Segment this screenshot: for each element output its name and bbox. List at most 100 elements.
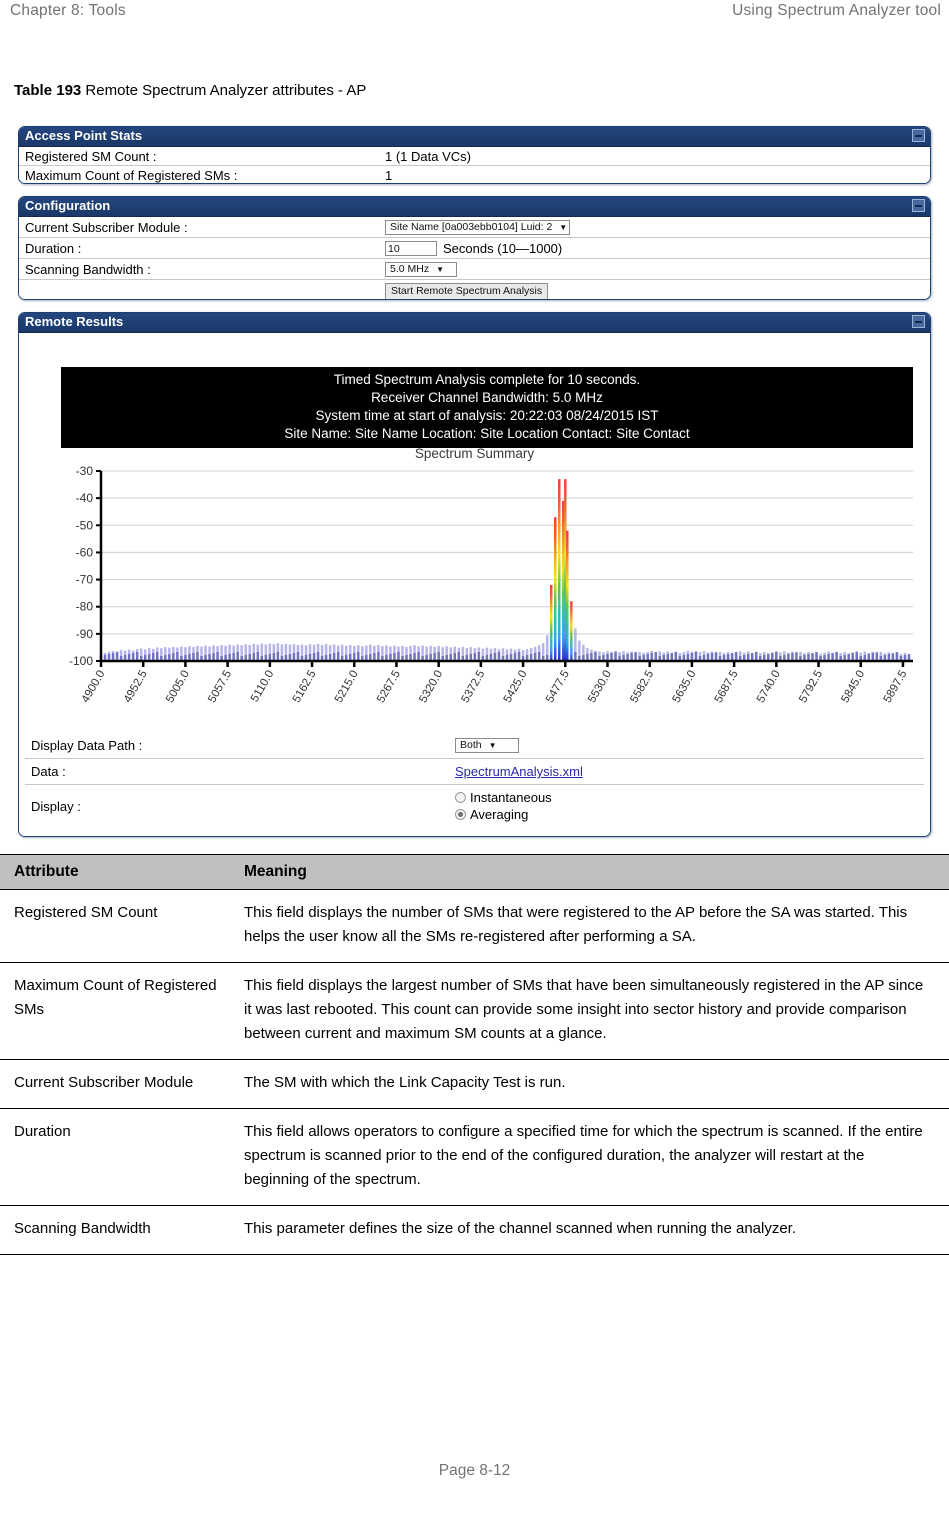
svg-text:5477.5: 5477.5 bbox=[544, 669, 572, 705]
chevron-down-icon: ▼ bbox=[559, 222, 568, 232]
scanning-bandwidth-select[interactable]: 5.0 MHz ▼ bbox=[385, 261, 457, 277]
cell-attribute: Duration bbox=[0, 1108, 234, 1206]
svg-text:-100: -100 bbox=[69, 654, 93, 668]
banner-line-2: Receiver Channel Bandwidth: 5.0 MHz bbox=[371, 390, 603, 405]
current-subscriber-module-selected: Site Name [0a003ebb0104] Luid: 2 bbox=[390, 220, 553, 233]
svg-text:-70: -70 bbox=[76, 573, 94, 587]
chevron-down-icon: ▼ bbox=[436, 264, 445, 274]
svg-text:-40: -40 bbox=[76, 491, 94, 505]
configuration-header: Configuration bbox=[19, 197, 930, 217]
table-caption: Table 193 Remote Spectrum Analyzer attri… bbox=[14, 82, 366, 99]
running-head-right: Using Spectrum Analyzer tool bbox=[732, 2, 941, 19]
radio-option-averaging[interactable]: Averaging bbox=[455, 806, 552, 823]
svg-text:5792.5: 5792.5 bbox=[797, 669, 825, 705]
start-analysis-value: Start Remote Spectrum Analysis bbox=[385, 282, 549, 299]
table-row: Current Subscriber Module The SM with wh… bbox=[0, 1059, 949, 1109]
svg-text:-90: -90 bbox=[76, 627, 94, 641]
access-point-stats-header: Access Point Stats bbox=[19, 127, 930, 147]
access-point-stats-panel: Access Point Stats Registered SM Count :… bbox=[18, 126, 931, 184]
svg-text:5687.5: 5687.5 bbox=[713, 669, 741, 705]
page-footer: Page 8-12 bbox=[438, 1462, 511, 1479]
attributes-table-head: Attribute Meaning bbox=[0, 854, 949, 890]
cell-meaning: This field allows operators to configure… bbox=[234, 1108, 949, 1206]
table-header-row: Attribute Meaning bbox=[0, 854, 949, 890]
field-row-display: Display : Instantaneous Averaging bbox=[25, 785, 924, 827]
svg-text:-50: -50 bbox=[76, 518, 94, 532]
duration-input[interactable]: 10 bbox=[385, 240, 437, 256]
field-row-current-subscriber-module: Current Subscriber Module : Site Name [0… bbox=[19, 217, 930, 238]
column-header-attribute: Attribute bbox=[0, 854, 234, 890]
cell-meaning: The SM with which the Link Capacity Test… bbox=[234, 1059, 949, 1109]
display-data-path-value: Both ▼ bbox=[455, 738, 519, 753]
start-remote-spectrum-analysis-button[interactable]: Start Remote Spectrum Analysis bbox=[385, 282, 549, 299]
field-row-maximum-count-registered-sms: Maximum Count of Registered SMs : 1 bbox=[19, 166, 930, 183]
access-point-stats-title: Access Point Stats bbox=[25, 128, 143, 143]
cell-attribute: Current Subscriber Module bbox=[0, 1059, 234, 1109]
svg-text:5897.5: 5897.5 bbox=[882, 669, 910, 705]
attributes-table: Attribute Meaning Registered SM Count Th… bbox=[0, 854, 949, 1255]
data-value: SpectrumAnalysis.xml bbox=[455, 764, 583, 779]
spectrum-chart: -30 -40 -50 -60 -70 -80 -90 -100 4900.0 4952.5 500… bbox=[57, 463, 919, 723]
banner-line-1: Timed Spectrum Analysis complete for 10 … bbox=[333, 372, 641, 387]
remote-results-panel: Remote Results Timed Spectrum Analysis c… bbox=[18, 312, 931, 837]
maximum-count-registered-sms-label: Maximum Count of Registered SMs : bbox=[25, 168, 238, 183]
display-value: Instantaneous Averaging bbox=[455, 789, 552, 823]
svg-text:5582.5: 5582.5 bbox=[628, 669, 656, 705]
banner-line-3: System time at start of analysis: 20:22:… bbox=[315, 408, 659, 423]
radio-option-instantaneous[interactable]: Instantaneous bbox=[455, 789, 552, 806]
registered-sm-count-value: 1 (1 Data VCs) bbox=[385, 148, 471, 164]
remote-results-header: Remote Results bbox=[19, 313, 930, 333]
field-row-registered-sm-count: Registered SM Count : 1 (1 Data VCs) bbox=[19, 147, 930, 166]
remote-results-title: Remote Results bbox=[25, 314, 124, 329]
svg-text:5057.5: 5057.5 bbox=[206, 669, 234, 705]
scanning-bandwidth-label: Scanning Bandwidth : bbox=[25, 261, 151, 277]
svg-text:4900.0: 4900.0 bbox=[80, 669, 108, 705]
svg-text:5267.5: 5267.5 bbox=[375, 669, 403, 705]
cell-meaning: This parameter defines the size of the c… bbox=[234, 1205, 949, 1255]
cell-meaning: This field displays the largest number o… bbox=[234, 962, 949, 1060]
svg-text:5372.5: 5372.5 bbox=[459, 669, 487, 705]
spectrum-chart-svg: -30 -40 -50 -60 -70 -80 -90 -1004900.0 4952.5 500… bbox=[69, 464, 913, 705]
current-subscriber-module-select[interactable]: Site Name [0a003ebb0104] Luid: 2 ▼ bbox=[385, 219, 571, 235]
chevron-down-icon: ▼ bbox=[488, 741, 497, 750]
table-caption-text: Remote Spectrum Analyzer attributes - AP bbox=[81, 82, 367, 99]
column-header-meaning: Meaning bbox=[234, 854, 949, 890]
field-row-start-analysis: Start Remote Spectrum Analysis bbox=[19, 280, 930, 299]
table-row: Duration This field allows operators to … bbox=[0, 1108, 949, 1206]
configuration-body: Current Subscriber Module : Site Name [0… bbox=[19, 217, 930, 299]
cell-attribute: Maximum Count of Registered SMs bbox=[0, 962, 234, 1060]
duration-units: Seconds (10—1000) bbox=[443, 240, 563, 256]
svg-text:5162.5: 5162.5 bbox=[291, 669, 319, 705]
cell-meaning: This field displays the number of SMs th… bbox=[234, 889, 949, 963]
svg-text:-30: -30 bbox=[76, 464, 94, 478]
table-caption-label: Table 193 bbox=[14, 82, 82, 99]
collapse-icon[interactable] bbox=[912, 129, 925, 142]
display-data-path-select[interactable]: Both ▼ bbox=[455, 738, 519, 753]
radio-instantaneous-icon[interactable] bbox=[455, 792, 466, 803]
field-row-data: Data : SpectrumAnalysis.xml bbox=[25, 759, 924, 785]
svg-text:5425.0: 5425.0 bbox=[502, 669, 530, 705]
collapse-icon[interactable] bbox=[912, 315, 925, 328]
remote-results-controls: Display Data Path : Both ▼ Data : Spectr… bbox=[25, 733, 924, 827]
registered-sm-count-label: Registered SM Count : bbox=[25, 148, 157, 164]
spectrum-analyzer-screenshot: Access Point Stats Registered SM Count :… bbox=[0, 120, 949, 850]
svg-text:5215.0: 5215.0 bbox=[333, 669, 361, 705]
current-subscriber-module-value: Site Name [0a003ebb0104] Luid: 2 ▼ bbox=[385, 219, 571, 235]
maximum-count-registered-sms-value: 1 bbox=[385, 168, 393, 183]
cell-attribute: Registered SM Count bbox=[0, 889, 234, 963]
svg-text:4952.5: 4952.5 bbox=[122, 669, 150, 705]
display-label: Display : bbox=[31, 798, 81, 814]
table-row: Registered SM Count This field displays … bbox=[0, 889, 949, 963]
analysis-banner: Timed Spectrum Analysis complete for 10 … bbox=[61, 367, 913, 448]
table-row: Scanning Bandwidth This parameter define… bbox=[0, 1205, 949, 1255]
current-subscriber-module-label: Current Subscriber Module : bbox=[25, 219, 188, 235]
svg-text:5845.0: 5845.0 bbox=[839, 669, 867, 705]
scanning-bandwidth-value: 5.0 MHz ▼ bbox=[385, 261, 457, 277]
radio-averaging-icon[interactable] bbox=[455, 809, 466, 820]
cell-attribute: Scanning Bandwidth bbox=[0, 1205, 234, 1255]
collapse-icon[interactable] bbox=[912, 199, 925, 212]
svg-text:5110.0: 5110.0 bbox=[249, 669, 277, 705]
spectrum-analysis-xml-link[interactable]: SpectrumAnalysis.xml bbox=[455, 764, 583, 779]
svg-text:5740.0: 5740.0 bbox=[755, 669, 783, 705]
configuration-title: Configuration bbox=[25, 198, 111, 213]
